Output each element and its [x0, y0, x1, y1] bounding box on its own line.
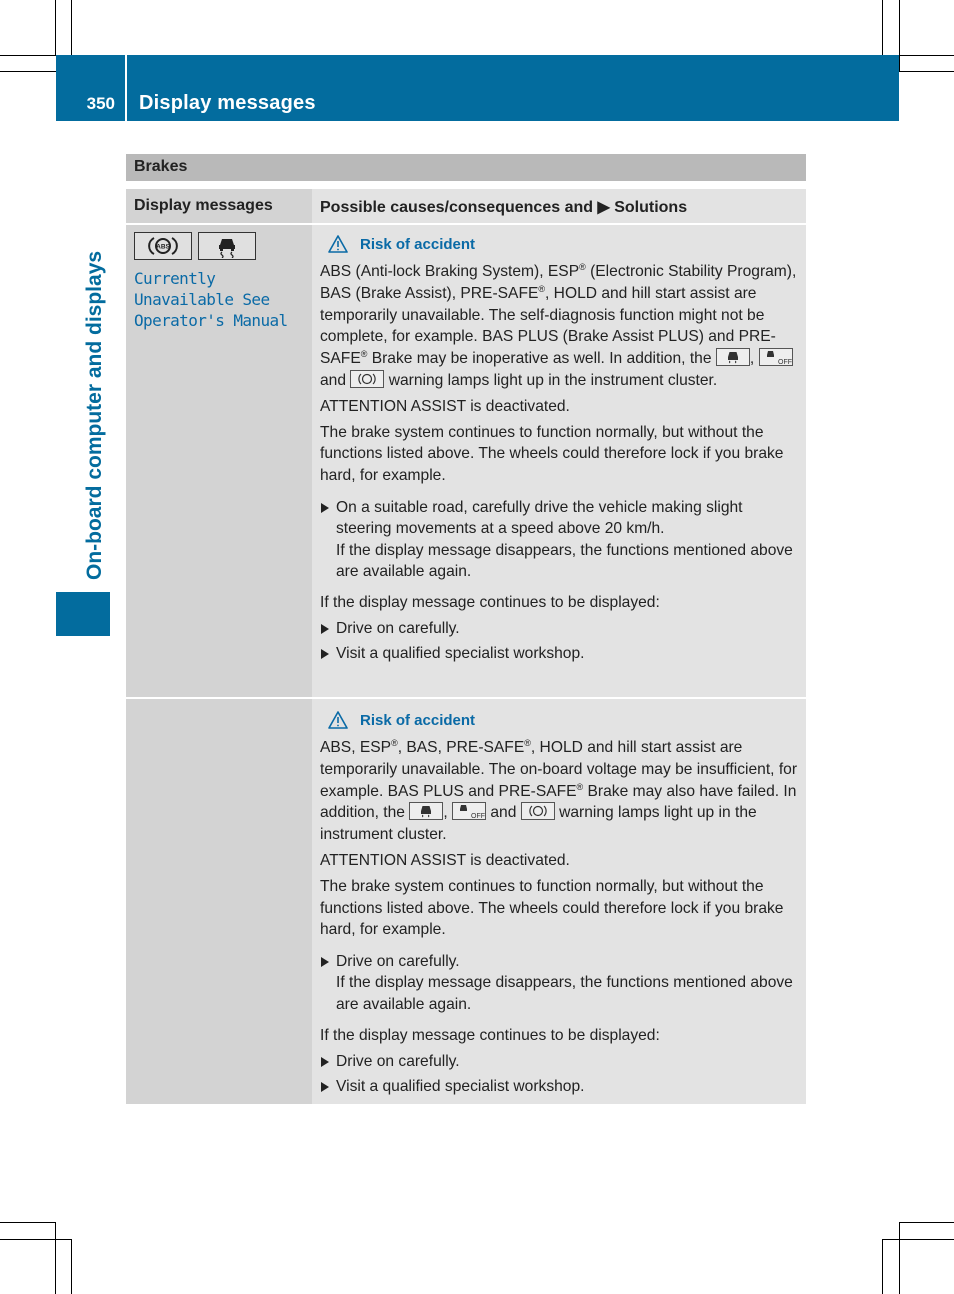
warning-triangle-icon — [328, 235, 348, 253]
abs-warning-icon: ABS — [134, 232, 192, 260]
crop-mark — [0, 1239, 71, 1240]
crop-mark — [882, 1239, 883, 1294]
crop-mark — [71, 0, 72, 55]
header-divider — [125, 55, 127, 121]
chapter-title: On-board computer and displays — [83, 250, 106, 580]
page-header: 350 Display messages — [56, 55, 899, 121]
attention-assist-note: ATTENTION ASSIST is deactivated. — [320, 397, 570, 415]
solution-step: Drive on carefully. — [320, 618, 800, 639]
crop-mark — [0, 1222, 55, 1223]
column-header-display-messages: Display messages — [134, 197, 273, 214]
crop-mark — [882, 1239, 954, 1240]
esp-off-lamp-icon: OFF — [758, 348, 793, 367]
consequence-paragraph: The brake system continues to function n… — [320, 877, 784, 939]
crop-mark — [899, 1222, 900, 1294]
svg-text:ABS: ABS — [156, 244, 170, 251]
crop-mark — [0, 71, 56, 72]
display-icons: ABS — [126, 225, 312, 260]
esp-off-lamp-icon: OFF — [452, 802, 486, 821]
causes-solutions-cell: Risk of accident ABS, ESP®, BAS, PRE-SAF… — [312, 699, 806, 1104]
page-number: 350 — [86, 94, 115, 113]
crop-mark — [882, 0, 883, 55]
crop-mark — [899, 1222, 954, 1223]
chapter-tab-marker — [56, 592, 110, 636]
solution-step: Visit a qualified specialist workshop. — [320, 643, 800, 664]
warning-title: Risk of accident — [360, 235, 476, 253]
warning-triangle-icon — [328, 711, 348, 729]
abs-lamp-icon — [520, 802, 555, 821]
crop-mark — [899, 0, 900, 71]
crop-mark — [71, 1239, 72, 1294]
warning-notice: Risk of accident — [328, 711, 800, 729]
svg-text:OFF: OFF — [471, 813, 485, 819]
section-header: Brakes — [126, 154, 806, 181]
table-header: Display messages Possible causes/consequ… — [126, 189, 806, 225]
esp-skid-icon — [198, 232, 256, 260]
solution-step: Visit a qualified specialist workshop. — [320, 1076, 800, 1097]
display-message-text: Currently Unavailable See Operator's Man… — [134, 269, 288, 330]
page-number-box: 350 — [56, 55, 125, 121]
cause-paragraph: ABS (Anti-lock Braking System), ESP® (El… — [320, 261, 797, 389]
column-header-causes-solutions: Possible causes/consequences and ▶ Solut… — [320, 199, 688, 216]
warning-title: Risk of accident — [360, 711, 476, 729]
warning-notice: Risk of accident — [328, 235, 800, 253]
svg-text:OFF: OFF — [778, 359, 792, 365]
page-title: Display messages — [139, 92, 316, 114]
crop-mark — [899, 71, 954, 72]
crop-mark — [899, 55, 954, 56]
solution-step: Drive on carefully. — [320, 1051, 800, 1072]
esp-lamp-icon — [715, 348, 750, 367]
solution-step: Drive on carefully. If the display messag… — [320, 951, 800, 1015]
display-message-cell: ABS Currently Unavailable See Operator's… — [126, 225, 312, 697]
display-message-cell — [126, 699, 312, 1104]
abs-lamp-icon — [350, 369, 385, 388]
display-messages-table: Display messages Possible causes/consequ… — [126, 189, 806, 1104]
consequence-paragraph: The brake system continues to function n… — [320, 423, 784, 485]
causes-solutions-cell: Risk of accident ABS (Anti-lock Braking … — [312, 225, 806, 697]
column-header-cell: Display messages — [126, 189, 312, 223]
column-header-cell: Possible causes/consequences and ▶ Solut… — [312, 189, 806, 223]
continued-display-note: If the display message continues to be d… — [320, 1027, 660, 1045]
crop-mark — [0, 55, 56, 56]
table-row: ABS Currently Unavailable See Operator's… — [126, 225, 806, 699]
esp-lamp-icon — [409, 802, 444, 821]
section-title: Brakes — [134, 158, 188, 175]
attention-assist-note: ATTENTION ASSIST is deactivated. — [320, 851, 570, 869]
table-row: Risk of accident ABS, ESP®, BAS, PRE-SAF… — [126, 699, 806, 1104]
continued-display-note: If the display message continues to be d… — [320, 594, 660, 612]
crop-mark — [55, 0, 56, 55]
crop-mark — [55, 1222, 56, 1294]
cause-paragraph: ABS, ESP®, BAS, PRE-SAFE®, HOLD and hill… — [320, 737, 798, 844]
solution-step: On a suitable road, carefully drive the … — [320, 497, 800, 582]
